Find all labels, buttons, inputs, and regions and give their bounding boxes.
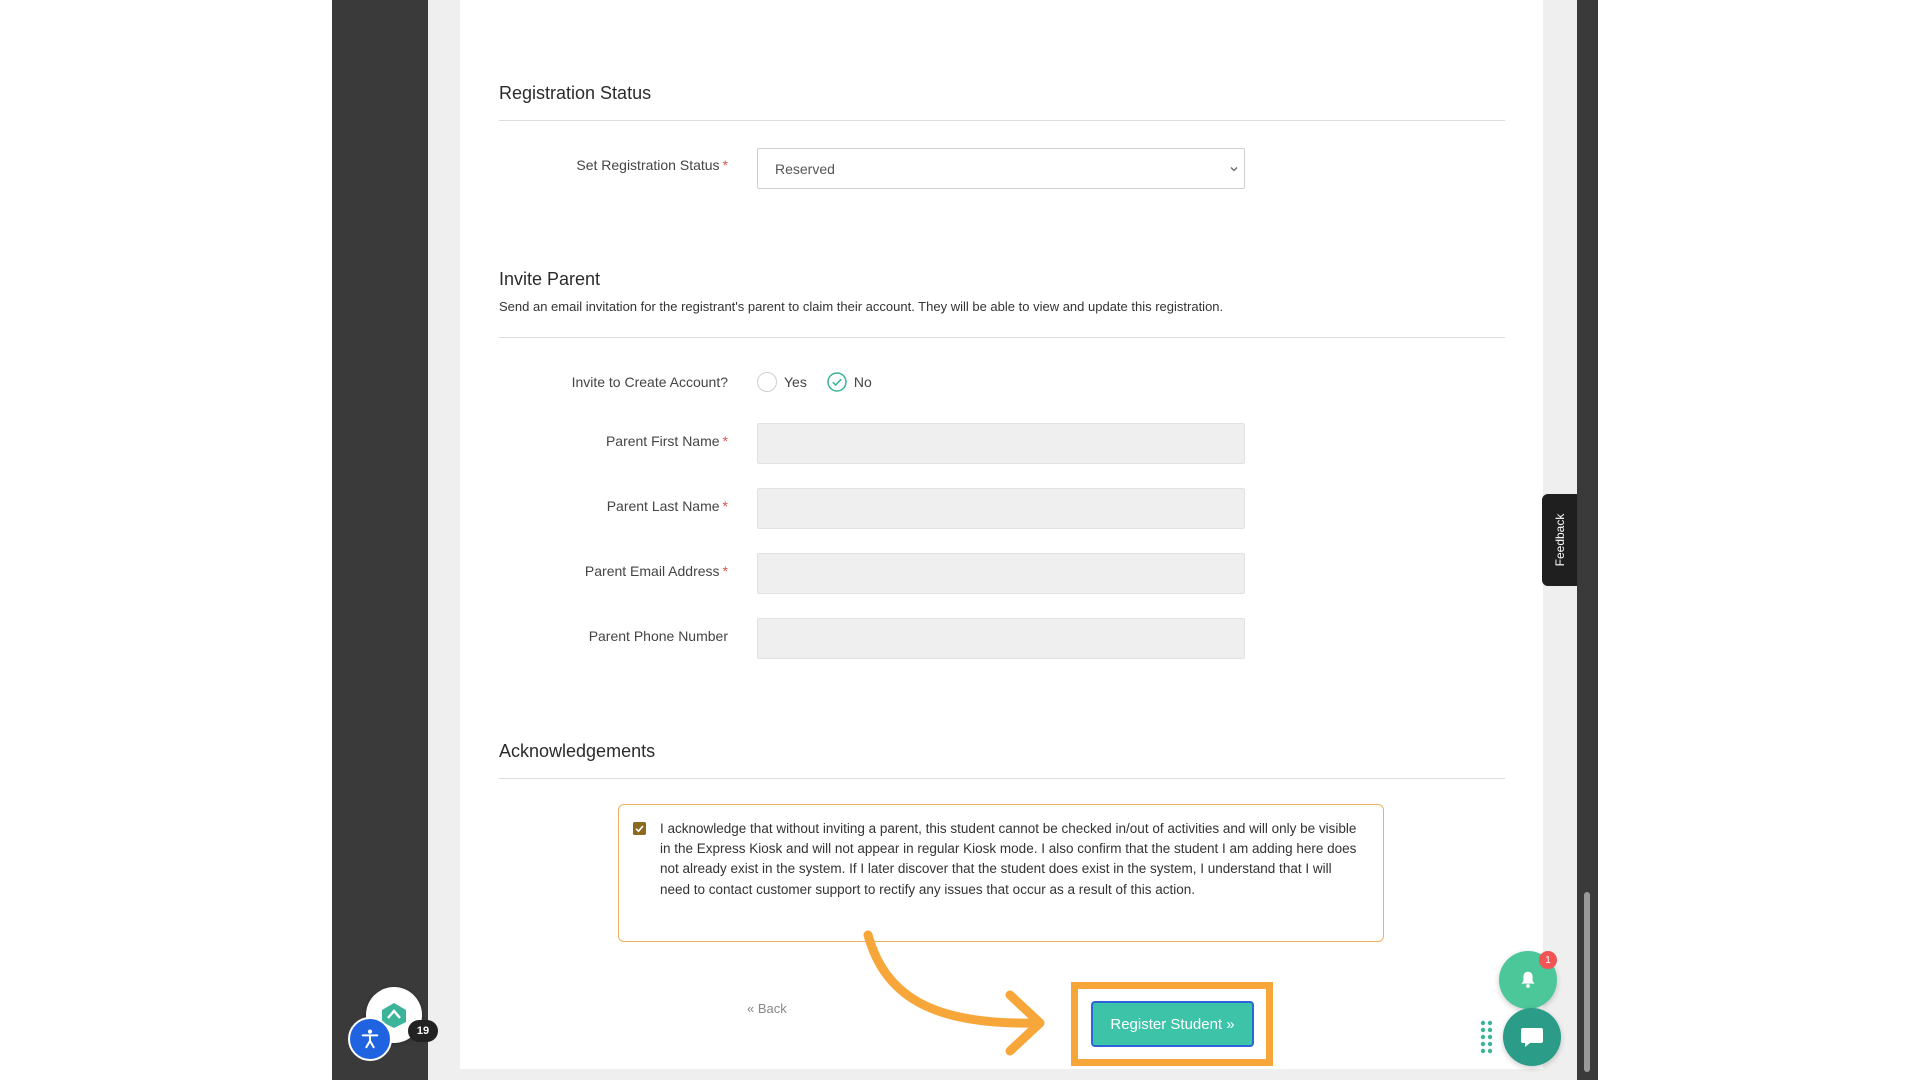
chat-button[interactable]: [1503, 1008, 1561, 1066]
notification-count-badge: 1: [1539, 951, 1557, 969]
register-student-button[interactable]: Register Student »: [1091, 1001, 1254, 1047]
invite-to-create-account-label: Invite to Create Account?: [571, 374, 728, 390]
parent-last-name-label: Parent Last Name *: [606, 498, 728, 514]
parent-first-name-label: Parent First Name *: [605, 433, 728, 449]
registration-status-value: Reserved: [775, 161, 835, 177]
invite-parent-title: Invite Parent: [499, 269, 601, 289]
arrow-annotation-icon: [863, 930, 1045, 1056]
section-divider: [499, 778, 1505, 779]
section-divider: [499, 120, 1505, 121]
feedback-tab[interactable]: Feedback: [1542, 494, 1577, 586]
invite-radio-group: Yes No: [757, 371, 892, 393]
radio-no-checked-icon[interactable]: [827, 372, 847, 392]
feedback-label: Feedback: [1552, 513, 1567, 567]
acknowledgement-checkbox[interactable]: [633, 822, 646, 835]
required-mark: *: [722, 498, 728, 514]
acknowledgements-title: Acknowledgements: [499, 741, 656, 761]
required-mark: *: [722, 433, 728, 449]
back-link[interactable]: « Back: [747, 1001, 787, 1016]
parent-last-name-input[interactable]: [757, 488, 1245, 529]
required-mark: *: [722, 157, 728, 173]
acknowledgement-box: I acknowledge that without inviting a pa…: [618, 804, 1384, 942]
parent-phone-number-input[interactable]: [757, 618, 1245, 659]
section-divider: [499, 337, 1505, 338]
parent-first-name-input[interactable]: [757, 423, 1245, 464]
parent-email-address-input[interactable]: [757, 553, 1245, 594]
left-sidebar: [332, 0, 428, 1080]
scrollbar-thumb[interactable]: [1584, 892, 1590, 1072]
app-count-badge: 19: [408, 1020, 438, 1042]
chevron-down-icon: [1230, 167, 1238, 172]
required-mark: *: [722, 563, 728, 579]
invite-parent-description: Send an email invitation for the registr…: [499, 299, 1224, 314]
radio-yes-label: Yes: [784, 374, 807, 390]
bell-icon: [1521, 971, 1535, 988]
registration-status-select[interactable]: Reserved: [757, 148, 1245, 189]
radio-yes[interactable]: [757, 372, 777, 392]
parent-phone-number-label: Parent Phone Number: [588, 628, 728, 644]
chat-icon: [1521, 1028, 1543, 1047]
accessibility-button[interactable]: [348, 1017, 392, 1061]
drag-handle-icon[interactable]: [1480, 1020, 1494, 1054]
parent-email-address-label: Parent Email Address *: [584, 563, 728, 579]
accessibility-icon: [361, 1029, 379, 1049]
radio-no-label: No: [853, 374, 872, 390]
set-registration-status-label: Set Registration Status *: [576, 157, 728, 173]
registration-status-title: Registration Status: [499, 83, 652, 103]
acknowledgement-text: I acknowledge that without inviting a pa…: [660, 821, 1357, 897]
